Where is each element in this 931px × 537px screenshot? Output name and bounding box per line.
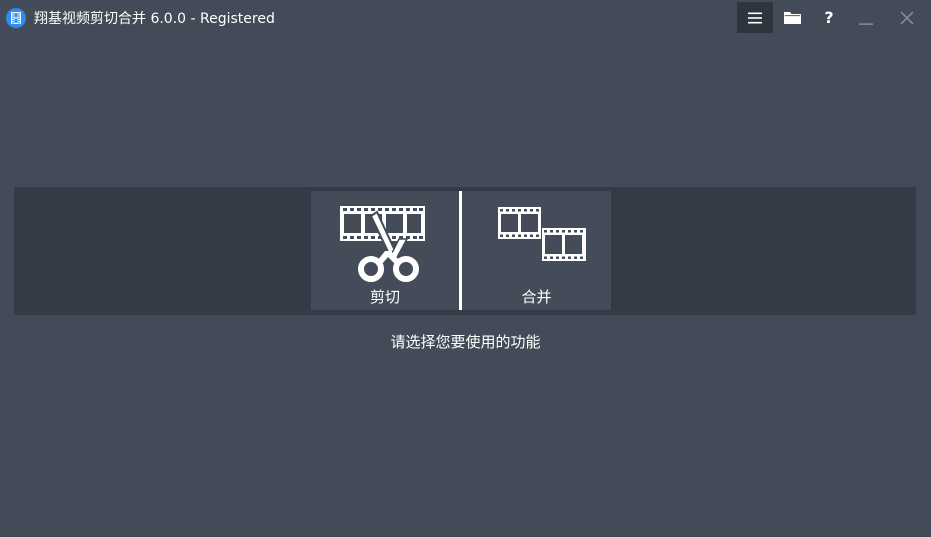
film-app-icon — [6, 8, 26, 28]
film-scissors-icon — [340, 206, 425, 282]
folder-icon — [783, 12, 801, 24]
help-button[interactable]: ? — [811, 2, 847, 33]
film-merge-icon — [498, 207, 586, 261]
menu-button[interactable] — [737, 2, 773, 33]
close-button[interactable] — [889, 2, 925, 33]
minimize-button[interactable] — [848, 2, 884, 33]
merge-function-button[interactable]: 合并 — [462, 191, 611, 310]
minimize-icon — [859, 22, 873, 25]
merge-label: 合并 — [521, 288, 552, 306]
open-folder-button[interactable] — [774, 2, 810, 33]
close-icon — [900, 10, 914, 25]
select-function-prompt: 请选择您要使用的功能 — [390, 333, 541, 351]
hamburger-menu-icon — [748, 12, 762, 23]
cut-label: 剪切 — [369, 288, 400, 306]
title-bar: 翔基视频剪切合并 6.0.0 - Registered ? — [0, 0, 931, 37]
window-title: 翔基视频剪切合并 6.0.0 - Registered — [34, 11, 275, 27]
help-icon: ? — [824, 7, 834, 27]
cut-function-button[interactable]: 剪切 — [311, 191, 459, 310]
